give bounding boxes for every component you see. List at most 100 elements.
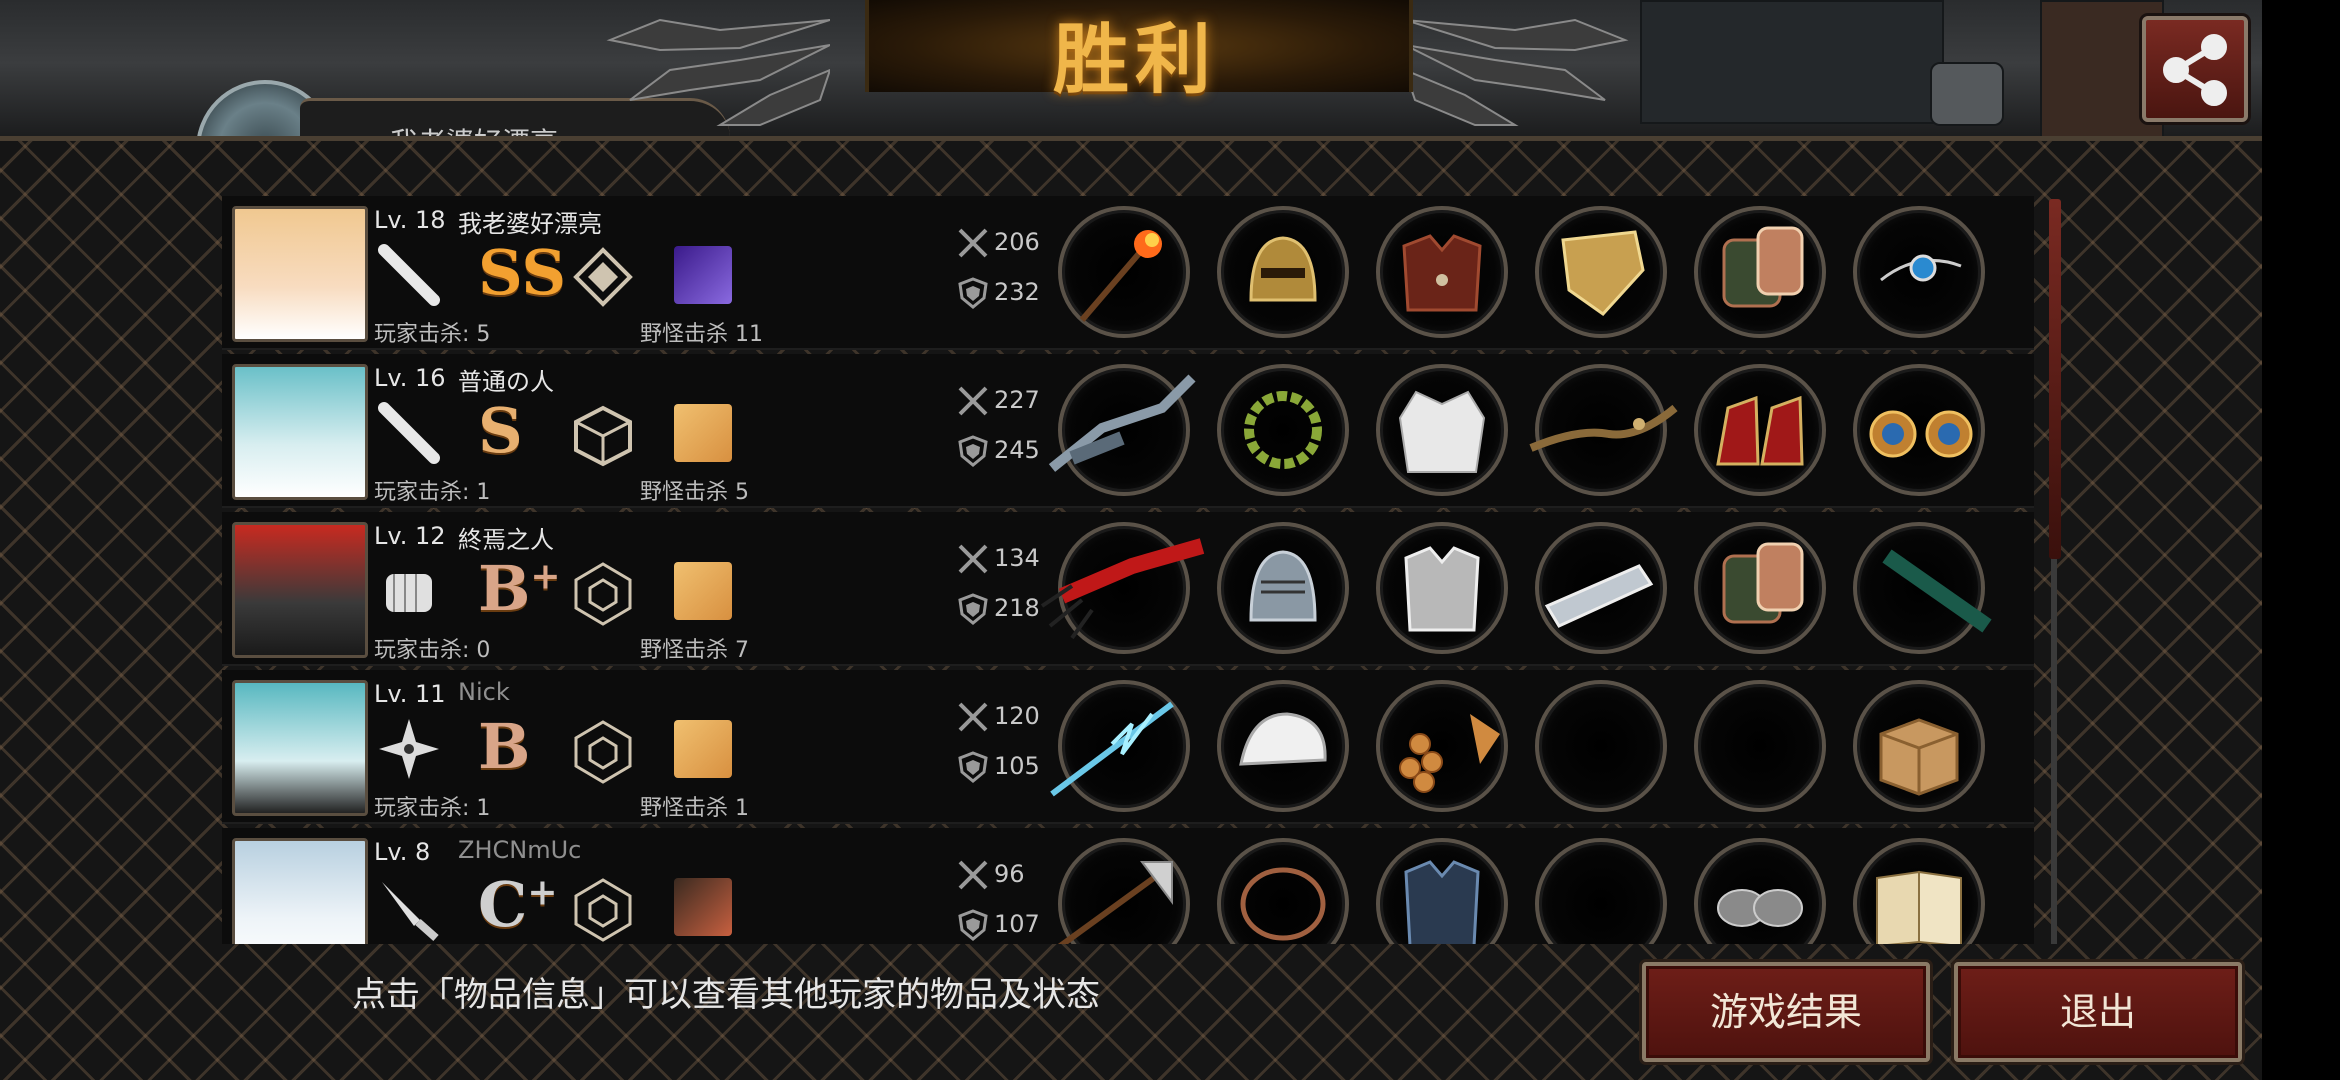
item-slot[interactable] bbox=[1040, 522, 1205, 654]
player-name: 我老婆好漂亮 bbox=[458, 210, 602, 238]
monster-kills: 野怪击杀 7 bbox=[640, 638, 749, 663]
screen-edge bbox=[2262, 0, 2340, 1080]
player-row[interactable]: Lv. 8 ZHCNmUc C+ 96 107 bbox=[222, 828, 2034, 944]
defense-value: 107 bbox=[994, 910, 1040, 938]
player-list[interactable]: Lv. 18 我老婆好漂亮 SS 玩家击杀: 5 野怪击杀 11 206 232… bbox=[222, 196, 2034, 944]
defense-value: 105 bbox=[994, 752, 1040, 780]
grape-armor-icon bbox=[1399, 714, 1500, 793]
player-row[interactable]: Lv. 18 我老婆好漂亮 SS 玩家击杀: 5 野怪击杀 11 206 232 bbox=[222, 196, 2034, 350]
item-slot[interactable] bbox=[1694, 838, 1826, 944]
white-dress-icon bbox=[1398, 390, 1486, 473]
cardboard-box-icon bbox=[1879, 718, 1959, 796]
golden-helmet-icon bbox=[1249, 236, 1317, 302]
item-slot[interactable] bbox=[1058, 206, 1190, 338]
bracelet-icon bbox=[1240, 867, 1326, 941]
attack-value: 227 bbox=[994, 386, 1040, 414]
defense-value: 232 bbox=[994, 278, 1040, 306]
item-slot[interactable] bbox=[1853, 680, 1985, 812]
axe-icon bbox=[1057, 861, 1173, 944]
player-kills: 玩家击杀: 1 bbox=[374, 796, 491, 821]
item-slot[interactable] bbox=[1048, 364, 1196, 496]
silver-bracer-icon bbox=[1544, 564, 1654, 628]
avatar[interactable] bbox=[232, 364, 368, 500]
attack-value: 96 bbox=[994, 860, 1025, 888]
empty-item-slot[interactable] bbox=[1535, 680, 1667, 812]
hexagon-rank-icon bbox=[574, 562, 632, 626]
item-slot[interactable] bbox=[1217, 206, 1349, 338]
share-button[interactable] bbox=[2142, 16, 2248, 122]
goggles-pet-icon bbox=[674, 878, 732, 936]
hint-text: 点击「物品信息」可以查看其他玩家的物品及状态 bbox=[352, 975, 1100, 1015]
avatar[interactable] bbox=[232, 206, 368, 342]
item-slot[interactable] bbox=[1535, 522, 1667, 654]
grade-badge: B bbox=[478, 710, 530, 783]
grade-badge: S bbox=[478, 394, 523, 467]
item-slot[interactable] bbox=[1376, 364, 1508, 496]
item-slot[interactable] bbox=[1694, 522, 1826, 654]
item-slot[interactable] bbox=[1217, 838, 1349, 944]
plate-armor-icon bbox=[1404, 546, 1480, 632]
item-slot[interactable] bbox=[1376, 522, 1508, 654]
item-slot[interactable] bbox=[1376, 838, 1508, 944]
cube-rank-icon bbox=[574, 405, 632, 467]
item-slot[interactable] bbox=[1853, 522, 1992, 654]
knife-icon bbox=[382, 882, 439, 941]
game-result-button[interactable]: 游戏结果 bbox=[1642, 962, 1930, 1062]
attack-value: 120 bbox=[994, 702, 1040, 730]
player-row[interactable]: Lv. 11 Nick B 玩家击杀: 1 野怪击杀 1 120 105 bbox=[222, 670, 2034, 824]
player-name: ZHCNmUc bbox=[458, 836, 582, 864]
blue-armor-icon bbox=[1404, 860, 1480, 944]
crossed-swords-icon bbox=[958, 228, 988, 258]
player-kills: 玩家击杀: 1 bbox=[374, 480, 491, 505]
player-row[interactable]: Lv. 12 終焉之人 B+ 玩家击杀: 0 野怪击杀 7 134 218 bbox=[222, 512, 2034, 666]
item-slot[interactable] bbox=[1217, 522, 1349, 654]
book-icon bbox=[1876, 870, 1962, 944]
shuriken-icon bbox=[379, 719, 439, 779]
item-slot[interactable] bbox=[1529, 364, 1678, 496]
shield-icon bbox=[958, 593, 988, 625]
empty-item-slot[interactable] bbox=[1694, 680, 1826, 812]
avatar[interactable] bbox=[232, 680, 368, 816]
left-guns-wing-icon bbox=[606, 18, 830, 126]
item-slot[interactable] bbox=[1694, 364, 1826, 496]
attack-value: 206 bbox=[994, 228, 1040, 256]
hexagon-rank-icon bbox=[574, 878, 632, 942]
avatar[interactable] bbox=[232, 522, 368, 658]
player-level: Lv. 18 bbox=[374, 206, 446, 234]
player-row[interactable]: Lv. 16 普通の人 S 玩家击杀: 1 野怪击杀 5 227 245 bbox=[222, 354, 2034, 508]
item-slot[interactable] bbox=[1217, 680, 1349, 812]
empty-item-slot[interactable] bbox=[1535, 838, 1667, 944]
exit-button[interactable]: 退出 bbox=[1954, 962, 2242, 1062]
grade-badge: B+ bbox=[478, 552, 561, 625]
gold-shield-icon bbox=[1561, 230, 1645, 316]
game-screen: 我老婆好漂亮 胜利 Lv. 18 我老 bbox=[0, 0, 2262, 1080]
item-slot[interactable] bbox=[1535, 206, 1667, 338]
defense-value: 218 bbox=[994, 594, 1040, 622]
avatar[interactable] bbox=[232, 838, 368, 944]
item-slot[interactable] bbox=[1050, 680, 1190, 812]
player-level: Lv. 8 bbox=[374, 838, 431, 866]
item-slot[interactable] bbox=[1057, 838, 1190, 944]
victory-title: 胜利 bbox=[1053, 15, 1217, 104]
attack-value: 134 bbox=[994, 544, 1040, 572]
item-slot[interactable] bbox=[1694, 206, 1826, 338]
item-slot[interactable] bbox=[1376, 680, 1508, 812]
scrollbar-thumb[interactable] bbox=[2049, 199, 2061, 559]
player-name: Nick bbox=[458, 678, 510, 706]
amulet-icon bbox=[1880, 254, 1962, 282]
monster-kills: 野怪击杀 5 bbox=[640, 480, 749, 505]
item-slot[interactable] bbox=[1853, 838, 1985, 944]
default-pet-icon bbox=[674, 404, 732, 462]
item-slot[interactable] bbox=[1217, 364, 1349, 496]
right-guns-wing-icon bbox=[1405, 18, 1629, 126]
item-slot[interactable] bbox=[1853, 206, 1985, 338]
item-slot[interactable] bbox=[1376, 206, 1508, 338]
player-kills: 玩家击杀: 5 bbox=[374, 322, 491, 347]
item-slot[interactable] bbox=[1853, 364, 1985, 496]
torch-icon bbox=[1079, 230, 1162, 322]
default-pet-icon bbox=[674, 562, 732, 620]
slippers-icon bbox=[1717, 889, 1803, 927]
grade-badge: SS bbox=[478, 236, 566, 309]
grade-letter: S bbox=[478, 394, 523, 467]
player-level: Lv. 11 bbox=[374, 680, 446, 708]
